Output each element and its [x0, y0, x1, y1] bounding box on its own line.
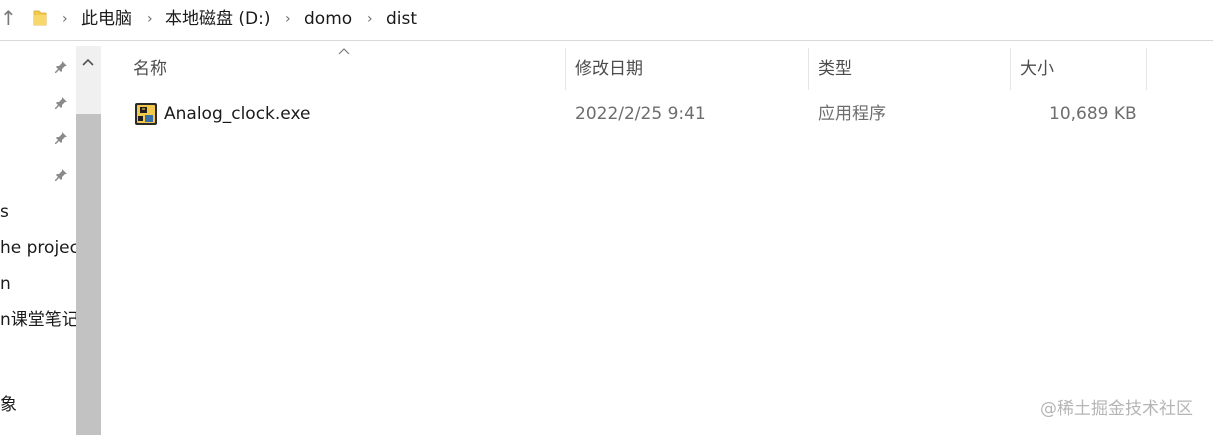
chevron-up-icon — [82, 58, 94, 66]
breadcrumb-domo[interactable]: domo — [304, 8, 352, 30]
sort-ascending-icon — [338, 46, 350, 56]
scroll-up-button[interactable] — [76, 46, 101, 80]
nav-item[interactable]: n — [0, 273, 11, 295]
column-header-type[interactable]: 类型 — [818, 58, 852, 80]
file-type: 应用程序 — [818, 104, 886, 124]
up-arrow-icon[interactable]: ↑ — [0, 7, 17, 29]
file-modified: 2022/2/25 9:41 — [575, 104, 706, 124]
python-exe-icon — [135, 103, 157, 125]
column-header-size[interactable]: 大小 — [1020, 58, 1054, 80]
file-name[interactable]: Analog_clock.exe — [164, 103, 310, 125]
nav-item[interactable]: s — [0, 201, 9, 223]
scroll-thumb[interactable] — [76, 114, 101, 435]
nav-item[interactable]: n课堂笔记 — [0, 309, 76, 331]
breadcrumb-separator: › — [62, 11, 68, 27]
breadcrumb-dist[interactable]: dist — [386, 8, 417, 30]
breadcrumb-separator: › — [367, 11, 373, 27]
column-divider[interactable] — [1010, 48, 1011, 90]
pin-icon[interactable] — [54, 131, 68, 145]
column-header-name[interactable]: 名称 — [133, 58, 167, 80]
navigation-pane: s he projec n n课堂笔记 象 — [0, 41, 76, 435]
column-divider[interactable] — [565, 48, 566, 90]
breadcrumb-this-pc[interactable]: 此电脑 — [81, 8, 132, 30]
pin-icon[interactable] — [54, 96, 68, 110]
column-divider[interactable] — [808, 48, 809, 90]
watermark-text: @稀土掘金技术社区 — [1040, 399, 1193, 419]
column-header-modified[interactable]: 修改日期 — [575, 58, 643, 80]
column-divider[interactable] — [1146, 48, 1147, 90]
breadcrumb-separator: › — [285, 11, 291, 27]
file-size: 10,689 KB — [1049, 104, 1137, 124]
folder-icon — [33, 10, 47, 26]
nav-scrollbar[interactable] — [76, 46, 101, 435]
nav-item[interactable]: 象 — [0, 394, 17, 416]
nav-item[interactable]: he projec — [0, 237, 76, 259]
pin-icon[interactable] — [54, 60, 68, 74]
breadcrumb-separator: › — [147, 11, 153, 27]
breadcrumb-local-disk-d[interactable]: 本地磁盘 (D:) — [165, 8, 271, 30]
pin-icon[interactable] — [54, 168, 68, 182]
address-bar: ↑ › 此电脑 › 本地磁盘 (D:) › domo › dist — [0, 0, 1213, 41]
